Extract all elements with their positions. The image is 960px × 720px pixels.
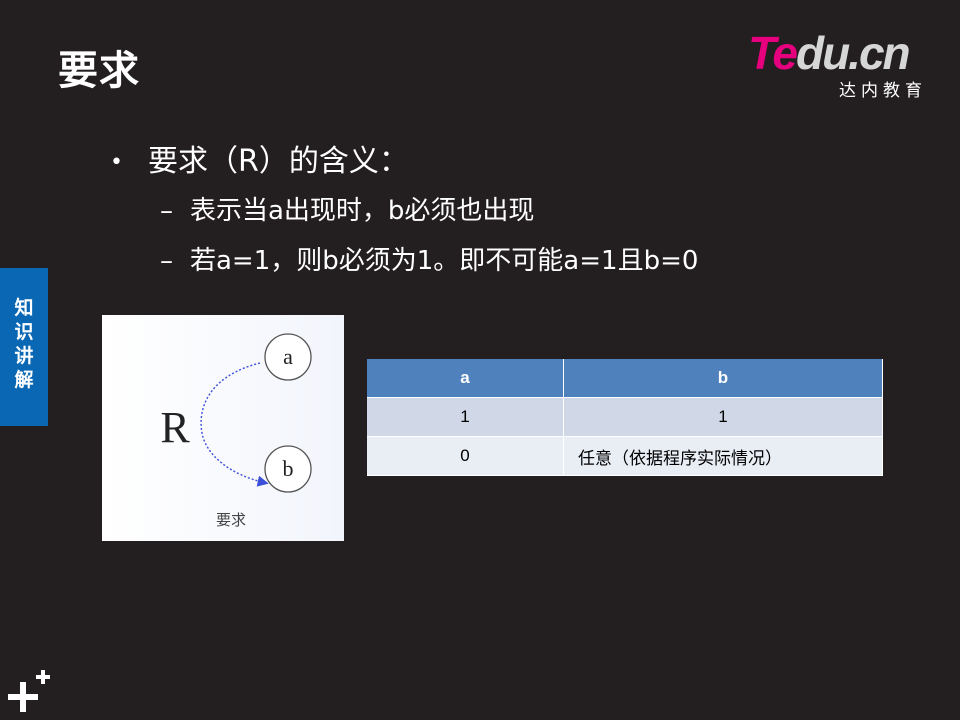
side-tab: 知识讲解 bbox=[0, 268, 48, 426]
table-cell: 1 bbox=[367, 397, 564, 437]
requirement-diagram: a b R 要求 bbox=[102, 315, 344, 541]
logo-subtitle: 达内教育 bbox=[839, 81, 927, 101]
tedu-logo: Tedu.cn 达内教育 bbox=[748, 27, 933, 101]
side-tab-label: 知识讲解 bbox=[14, 297, 34, 391]
table-cell: 1 bbox=[563, 397, 883, 437]
sub-bullet-marker: – bbox=[160, 196, 173, 226]
logo-brand-part2: du.cn bbox=[795, 27, 911, 79]
table-header-row: a b bbox=[367, 359, 883, 398]
sub-bullet-text: 若a=1，则b必须为1。即不可能a=1且b=0 bbox=[190, 246, 699, 276]
diagram-svg: a b R 要求 bbox=[160, 333, 312, 529]
table-header-cell: a bbox=[367, 359, 564, 398]
table-cell: 0 bbox=[367, 436, 564, 476]
diagram-caption: 要求 bbox=[216, 511, 246, 529]
bullet-marker: • bbox=[110, 150, 123, 175]
table-cell: 任意（依据程序实际情况） bbox=[563, 436, 883, 476]
table-header-cell: b bbox=[563, 359, 883, 398]
relation-arrow bbox=[200, 362, 269, 487]
sub-bullet-text: 表示当a出现时，b必须也出现 bbox=[190, 196, 535, 226]
relation-label: R bbox=[160, 403, 190, 452]
slide-title: 要求 bbox=[58, 48, 140, 94]
sub-bullet-marker: – bbox=[160, 246, 173, 276]
truth-table: a b 1 1 0 任意（依据程序实际情况） bbox=[367, 359, 883, 476]
table-row: 1 1 bbox=[367, 397, 883, 437]
sub-bullet: – 若a=1，则b必须为1。即不可能a=1且b=0 bbox=[160, 240, 698, 277]
plus-plus-icon bbox=[6, 668, 54, 716]
node-a-label: a bbox=[283, 344, 293, 369]
bullet-main: • 要求（R）的含义： bbox=[110, 136, 409, 180]
sub-bullet: – 表示当a出现时，b必须也出现 bbox=[160, 190, 534, 227]
bullet-main-text: 要求（R）的含义： bbox=[148, 144, 409, 179]
logo-brand-part1: Te bbox=[748, 27, 798, 79]
node-b-label: b bbox=[283, 456, 294, 481]
table-row: 0 任意（依据程序实际情况） bbox=[367, 436, 883, 476]
